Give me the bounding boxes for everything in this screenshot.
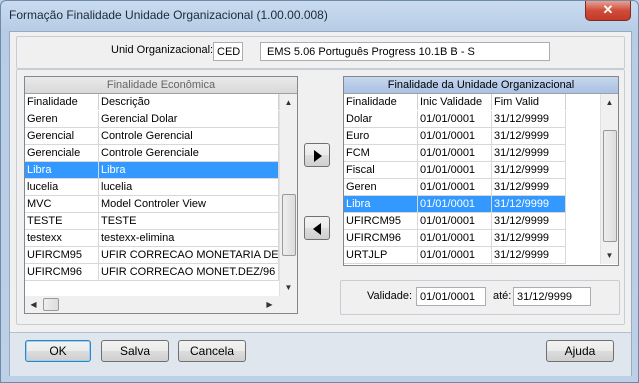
table-cell: Libra [344, 196, 418, 213]
scroll-right-icon[interactable]: ▶ [261, 296, 278, 313]
table-cell: 31/12/9999 [492, 179, 566, 196]
table-cell: 01/01/0001 [418, 162, 492, 179]
window-title: Formação Finalidade Unidade Organizacion… [9, 8, 328, 22]
left-grid-title: Finalidade Econômica [25, 77, 297, 94]
table-cell: 31/12/9999 [492, 145, 566, 162]
table-cell: testexx-elimina [99, 230, 279, 247]
table-cell: 31/12/9999 [492, 111, 566, 128]
dialog-window: Formação Finalidade Unidade Organizacion… [0, 0, 639, 383]
dialog-body: Unid Organizacional: CED EMS 5.06 Portug… [9, 31, 632, 376]
table-cell: 01/01/0001 [418, 196, 492, 213]
table-cell: 01/01/0001 [418, 179, 492, 196]
left-col-descricao[interactable]: Descrição [99, 94, 279, 110]
table-cell: UFIR CORRECAO MONETARIA DEZ/95 [99, 247, 279, 264]
save-button[interactable]: Salva [101, 340, 169, 362]
table-cell: Fiscal [344, 162, 418, 179]
finalidade-unidade-grid: Finalidade da Unidade Organizacional Fin… [343, 76, 619, 266]
validity-label: Validade: [367, 290, 413, 302]
left-col-finalidade[interactable]: Finalidade [25, 94, 99, 110]
table-cell: Geren [25, 111, 99, 128]
table-cell: 01/01/0001 [418, 145, 492, 162]
table-cell: testexx [25, 230, 99, 247]
remove-finalidade-button[interactable] [304, 216, 330, 240]
left-grid-hscrollbar[interactable]: ◀ ▶ [25, 296, 297, 313]
table-cell: Gerencial [25, 128, 99, 145]
table-cell: Gerencial Dolar [99, 111, 279, 128]
table-cell: 31/12/9999 [492, 128, 566, 145]
unit-code-field[interactable]: CED [213, 42, 243, 61]
scroll-left-icon[interactable]: ◀ [25, 296, 42, 313]
scroll-thumb[interactable] [603, 130, 617, 242]
table-cell: 31/12/9999 [492, 247, 566, 264]
unit-description-field: EMS 5.06 Português Progress 10.1B B - S [260, 42, 550, 61]
table-cell: UFIR CORRECAO MONET.DEZ/96 E [99, 264, 279, 281]
table-cell: 01/01/0001 [418, 247, 492, 264]
table-cell: Controle Gerencial [99, 128, 279, 145]
finalidade-economica-grid: Finalidade Econômica Finalidade Descriçã… [24, 76, 298, 314]
table-cell: lucelia [99, 179, 279, 196]
right-grid-vscrollbar[interactable]: ▲ ▼ [600, 94, 618, 264]
table-cell: 31/12/9999 [492, 230, 566, 247]
table-cell: 01/01/0001 [418, 128, 492, 145]
table-cell: UFIRCM96 [344, 230, 418, 247]
help-button[interactable]: Ajuda [546, 340, 614, 362]
table-cell: FCM [344, 145, 418, 162]
table-cell: Libra [25, 162, 99, 179]
hscroll-thumb[interactable] [43, 298, 59, 311]
table-cell: Dolar [344, 111, 418, 128]
right-col-finalidade[interactable]: Finalidade [344, 94, 418, 110]
validity-end-field[interactable]: 31/12/9999 [513, 287, 591, 306]
table-cell: Libra [99, 162, 279, 179]
table-cell: Euro [344, 128, 418, 145]
table-cell: Gerenciale [25, 145, 99, 162]
table-cell: lucelia [25, 179, 99, 196]
table-cell: Model Controler View [99, 196, 279, 213]
table-cell: 31/12/9999 [492, 162, 566, 179]
table-cell: TESTE [25, 213, 99, 230]
until-label: até: [493, 290, 512, 302]
table-cell: Geren [344, 179, 418, 196]
table-cell: MVC [25, 196, 99, 213]
scroll-thumb[interactable] [282, 194, 296, 256]
table-cell: 01/01/0001 [418, 111, 492, 128]
table-cell: Controle Gerenciale [99, 145, 279, 162]
scroll-down-icon[interactable]: ▼ [601, 247, 618, 264]
ok-button[interactable]: OK [25, 340, 91, 362]
add-finalidade-button[interactable] [304, 143, 330, 167]
table-cell: UFIRCM95 [344, 213, 418, 230]
left-grid-vscrollbar[interactable]: ▲ ▼ [279, 94, 297, 296]
scroll-up-icon[interactable]: ▲ [280, 94, 297, 111]
scroll-down-icon[interactable]: ▼ [280, 279, 297, 296]
cancel-button[interactable]: Cancela [178, 340, 246, 362]
table-cell: URTJLP [344, 247, 418, 264]
arrow-right-icon [314, 150, 322, 162]
table-cell: UFIRCM96 [25, 264, 99, 281]
table-cell: 01/01/0001 [418, 230, 492, 247]
unit-label: Unid Organizacional: [111, 44, 214, 56]
right-col-fim-valid[interactable]: Fim Valid [492, 94, 566, 110]
table-cell: 31/12/9999 [492, 213, 566, 230]
table-cell: UFIRCM95 [25, 247, 99, 264]
validity-start-field[interactable]: 01/01/0001 [416, 287, 486, 306]
table-cell: 31/12/9999 [492, 196, 566, 213]
table-cell: 01/01/0001 [418, 213, 492, 230]
close-button[interactable]: ✕ [585, 1, 631, 21]
table-cell: TESTE [99, 213, 279, 230]
arrow-left-icon [313, 223, 321, 235]
scroll-up-icon[interactable]: ▲ [601, 94, 618, 111]
right-grid-title: Finalidade da Unidade Organizacional [344, 77, 618, 94]
right-col-inic-validade[interactable]: Inic Validade [418, 94, 492, 110]
